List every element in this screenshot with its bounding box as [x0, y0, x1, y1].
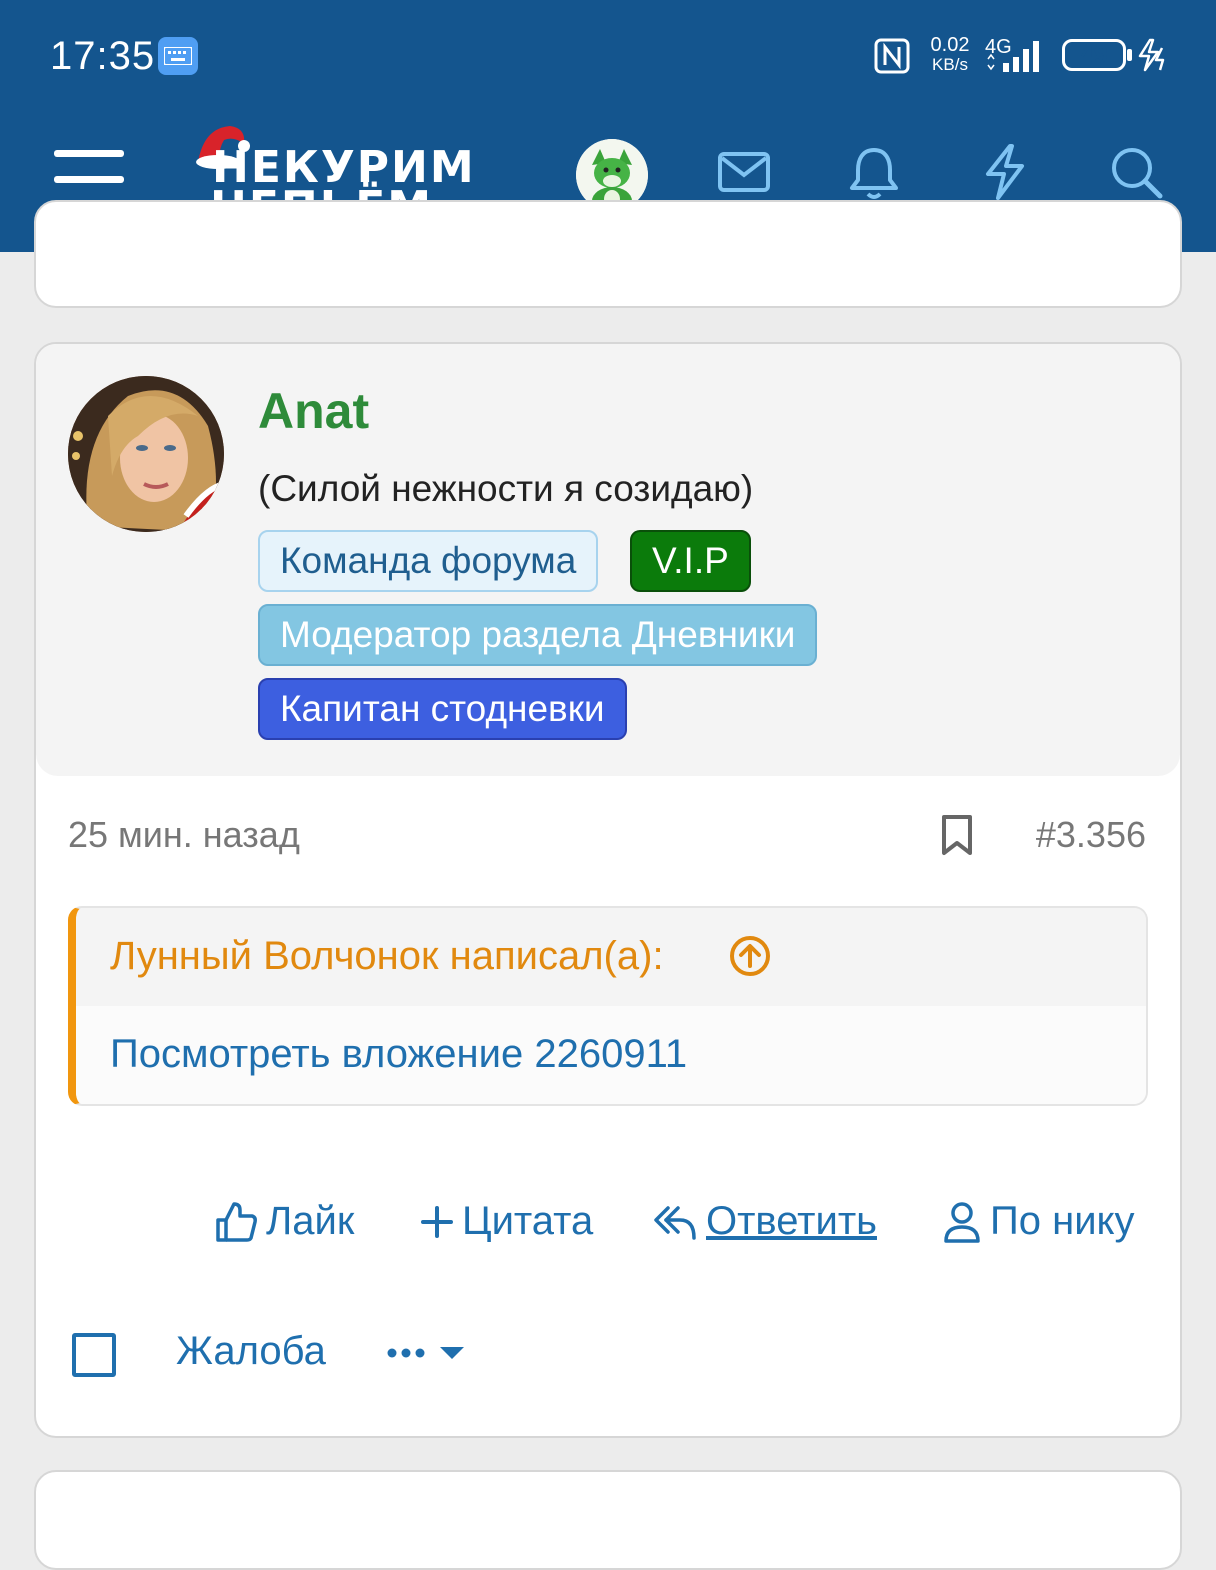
- quote-header: Лунный Волчонок написал(а):: [76, 908, 1146, 1006]
- thumbs-up-icon: [216, 1201, 257, 1242]
- lightning-icon[interactable]: [982, 144, 1028, 200]
- more-options-icon[interactable]: [386, 1341, 466, 1371]
- post-footer-row: Жалоба: [36, 1329, 1180, 1389]
- battery-level: 49: [1080, 41, 1108, 69]
- bell-icon[interactable]: [848, 144, 900, 200]
- net-speed-value: 0.02: [930, 34, 970, 56]
- by-nick-label: По нику: [990, 1199, 1135, 1243]
- signal-icon: 4G: [985, 36, 1039, 72]
- quote-block: Лунный Волчонок написал(а): Посмотреть в…: [68, 906, 1148, 1106]
- status-time: 17:35: [50, 34, 156, 78]
- battery-tip: [1127, 49, 1132, 61]
- nfc-icon: [874, 38, 910, 74]
- user-avatar[interactable]: [68, 376, 224, 532]
- post-time[interactable]: 25 мин. назад: [68, 814, 300, 856]
- quote-button[interactable]: Цитата: [420, 1199, 593, 1244]
- net-speed-unit: KB/s: [932, 55, 968, 74]
- next-post-card: [34, 1470, 1182, 1570]
- username[interactable]: Anat: [258, 382, 369, 440]
- reply-button[interactable]: Ответить: [652, 1199, 877, 1244]
- post-actions: Лайк Цитата Ответить По нику: [36, 1199, 1180, 1259]
- reply-icon: [654, 1205, 696, 1240]
- badge-moderator-diaries: Модератор раздела Дневники: [258, 604, 818, 666]
- network-type: 4G: [985, 36, 1012, 58]
- report-link[interactable]: Жалоба: [176, 1329, 326, 1374]
- badge-captain: Капитан стодневки: [258, 678, 627, 740]
- post-card: Anat (Силой нежности я созидаю) Команда …: [34, 342, 1182, 1438]
- keyboard-icon: [158, 37, 198, 75]
- reply-label: Ответить: [706, 1199, 877, 1243]
- bookmark-icon[interactable]: [940, 814, 974, 856]
- net-speed: 0.02 KB/s: [927, 35, 973, 75]
- quote-body: Посмотреть вложение 2260911: [76, 1006, 1146, 1104]
- post-user-block: Anat (Силой нежности я созидаю) Команда …: [36, 344, 1180, 776]
- quote-author[interactable]: Лунный Волчонок написал(а):: [110, 934, 664, 979]
- plus-icon: [421, 1205, 453, 1238]
- select-checkbox[interactable]: [72, 1333, 116, 1377]
- like-label: Лайк: [266, 1199, 355, 1243]
- previous-post-card: [34, 200, 1182, 308]
- charging-icon: [1138, 38, 1165, 72]
- user-title: (Силой нежности я созидаю): [258, 468, 754, 509]
- by-nick-button[interactable]: По нику: [942, 1199, 1135, 1244]
- search-icon[interactable]: [1108, 144, 1164, 200]
- badge-vip: V.I.P: [630, 530, 751, 592]
- like-button[interactable]: Лайк: [214, 1199, 354, 1244]
- view-attachment-link[interactable]: Посмотреть вложение 2260911: [110, 1032, 687, 1077]
- arrow-up-circle-icon[interactable]: [728, 934, 772, 978]
- post-number[interactable]: #3.356: [1036, 814, 1146, 856]
- battery-icon: 49: [1062, 39, 1126, 71]
- quote-label: Цитата: [462, 1199, 594, 1243]
- badge-forum-team: Команда форума: [258, 530, 599, 592]
- user-icon: [944, 1201, 980, 1243]
- envelope-icon[interactable]: [716, 144, 772, 200]
